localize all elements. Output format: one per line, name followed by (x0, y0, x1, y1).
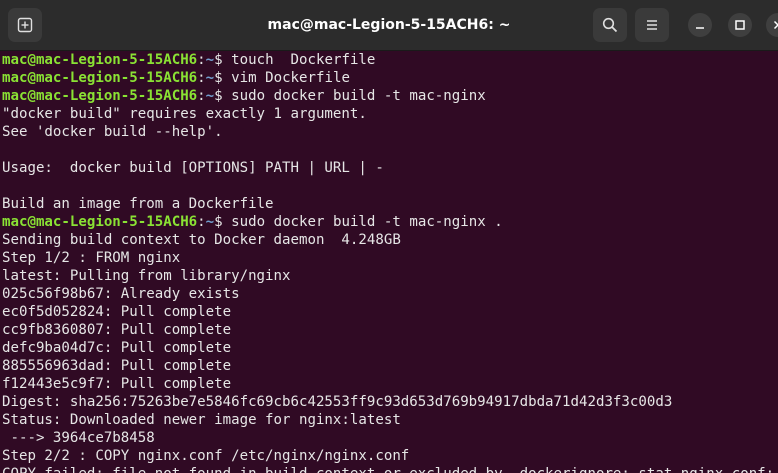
output-line: defc9ba04d7c: Pull complete (0, 339, 778, 357)
output-line: ---> 3964ce7b8458 (0, 429, 778, 447)
search-icon (602, 17, 618, 33)
output-line: Build an image from a Dockerfile (0, 195, 778, 213)
close-icon (773, 20, 778, 30)
output-line: COPY failed: file not found in build con… (0, 465, 778, 473)
output-line: 025c56f98b67: Already exists (0, 285, 778, 303)
output-line: Status: Downloaded newer image for nginx… (0, 411, 778, 429)
line-text: Build an image from a Dockerfile (2, 196, 274, 212)
prompt-user: mac@mac-Legion-5-15ACH6 (2, 70, 198, 86)
line-text: Step 1/2 : FROM nginx (2, 250, 181, 266)
output-line: latest: Pulling from library/nginx (0, 267, 778, 285)
line-text: 885556963dad: Pull complete (2, 358, 232, 374)
output-line: "docker build" requires exactly 1 argume… (0, 105, 778, 123)
line-text: 025c56f98b67: Already exists (2, 286, 240, 302)
output-line: See 'docker build --help'. (0, 123, 778, 141)
line-text: defc9ba04d7c: Pull complete (2, 340, 232, 356)
output-line: cc9fb8360807: Pull complete (0, 321, 778, 339)
line-text: See 'docker build --help'. (2, 124, 223, 140)
output-line: Digest: sha256:75263be7e5846fc69cb6c4255… (0, 393, 778, 411)
output-line: Usage: docker build [OPTIONS] PATH | URL… (0, 159, 778, 177)
prompt-user: mac@mac-Legion-5-15ACH6 (2, 52, 198, 68)
line-text: Step 2/2 : COPY nginx.conf /etc/nginx/ng… (2, 448, 410, 464)
command-line: mac@mac-Legion-5-15ACH6:~$ touch Dockerf… (0, 51, 778, 69)
title-bar: mac@mac-Legion-5-15ACH6: ~ (0, 0, 778, 51)
output-line: Step 2/2 : COPY nginx.conf /etc/nginx/ng… (0, 447, 778, 465)
prompt-symbol: $ (214, 52, 232, 68)
prompt-separator: : (197, 70, 206, 86)
prompt-symbol: $ (214, 88, 232, 104)
prompt-path: ~ (205, 52, 215, 68)
line-text: f12443e5c9f7: Pull complete (2, 376, 232, 392)
line-text: Digest: sha256:75263be7e5846fc69cb6c4255… (2, 394, 673, 410)
minimize-icon (696, 27, 704, 29)
output-line: Step 1/2 : FROM nginx (0, 249, 778, 267)
command-line: mac@mac-Legion-5-15ACH6:~$ vim Dockerfil… (0, 69, 778, 87)
minimize-button[interactable] (688, 13, 712, 37)
prompt-separator: : (197, 88, 206, 104)
prompt-separator: : (197, 214, 206, 230)
line-text: COPY failed: file not found in build con… (2, 466, 778, 473)
line-text: "docker build" requires exactly 1 argume… (2, 106, 367, 122)
prompt-symbol: $ (214, 214, 232, 230)
search-button[interactable] (593, 8, 627, 42)
line-text: sudo docker build -t mac-nginx (231, 88, 486, 104)
line-text: latest: Pulling from library/nginx (2, 268, 291, 284)
line-text: Status: Downloaded newer image for nginx… (2, 412, 401, 428)
output-line: f12443e5c9f7: Pull complete (0, 375, 778, 393)
prompt-path: ~ (205, 70, 215, 86)
line-text: Usage: docker build [OPTIONS] PATH | URL… (2, 160, 384, 176)
line-text: cc9fb8360807: Pull complete (2, 322, 232, 338)
output-line: 885556963dad: Pull complete (0, 357, 778, 375)
line-text: ---> 3964ce7b8458 (2, 430, 155, 446)
prompt-path: ~ (205, 88, 215, 104)
hamburger-menu-icon (647, 20, 657, 30)
prompt-user: mac@mac-Legion-5-15ACH6 (2, 214, 198, 230)
terminal-output[interactable]: mac@mac-Legion-5-15ACH6:~$ touch Dockerf… (0, 51, 778, 473)
prompt-separator: : (197, 52, 206, 68)
command-line: mac@mac-Legion-5-15ACH6:~$ sudo docker b… (0, 213, 778, 231)
line-text: sudo docker build -t mac-nginx . (231, 214, 503, 230)
line-text: Sending build context to Docker daemon 4… (2, 232, 401, 248)
line-text: touch Dockerfile (231, 52, 376, 68)
prompt-symbol: $ (214, 70, 232, 86)
command-line: mac@mac-Legion-5-15ACH6:~$ sudo docker b… (0, 87, 778, 105)
maximize-icon (735, 20, 745, 30)
prompt-user: mac@mac-Legion-5-15ACH6 (2, 88, 198, 104)
output-line: Sending build context to Docker daemon 4… (0, 231, 778, 249)
prompt-path: ~ (205, 214, 215, 230)
line-text: vim Dockerfile (231, 70, 350, 86)
output-line: ec0f5d052824: Pull complete (0, 303, 778, 321)
menu-button[interactable] (635, 8, 669, 42)
maximize-button[interactable] (728, 13, 752, 37)
line-text: ec0f5d052824: Pull complete (2, 304, 232, 320)
